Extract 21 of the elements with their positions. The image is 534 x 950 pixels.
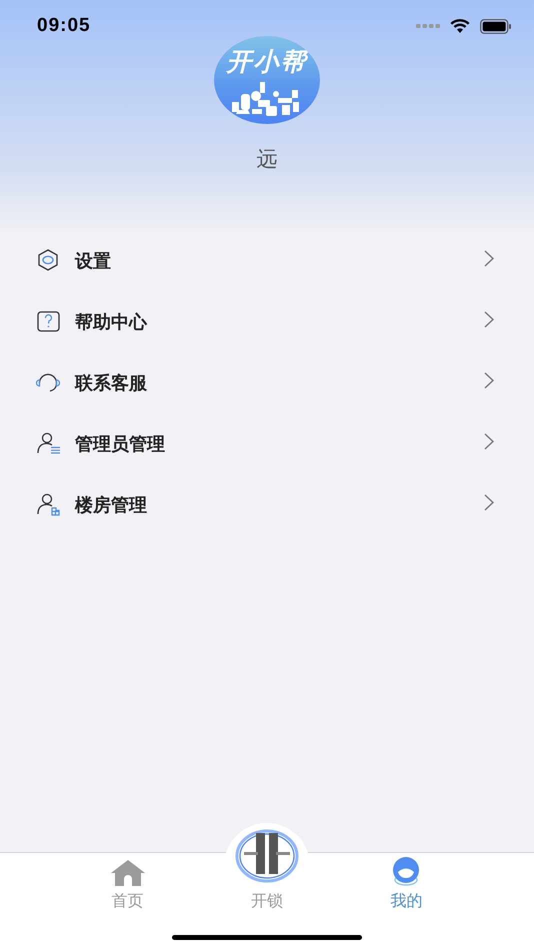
menu-item[interactable]: 楼房管理 — [0, 474, 534, 535]
logo-text: 开小帮 — [226, 48, 308, 76]
user-icon — [391, 857, 422, 887]
status-time: 09:05 — [37, 15, 91, 37]
help-icon — [36, 309, 61, 334]
chevron-right-icon — [484, 433, 494, 450]
battery-icon — [480, 18, 512, 34]
admin-user-icon — [36, 431, 61, 456]
chevron-right-icon — [484, 494, 494, 511]
chevron-right-icon — [484, 250, 494, 267]
menu-item[interactable]: 联系客服 — [0, 352, 534, 413]
wifi-icon — [450, 18, 470, 34]
chevron-right-icon — [484, 311, 494, 328]
building-user-icon — [36, 492, 61, 517]
chevron-right-icon — [484, 372, 494, 389]
menu-item[interactable]: 管理员管理 — [0, 413, 534, 474]
menu-item[interactable]: 帮助中心 — [0, 291, 534, 352]
home-icon — [110, 859, 146, 887]
signal-icon — [416, 24, 440, 28]
user-name: 远 — [256, 146, 278, 172]
menu-item[interactable]: 设置 — [0, 230, 534, 291]
